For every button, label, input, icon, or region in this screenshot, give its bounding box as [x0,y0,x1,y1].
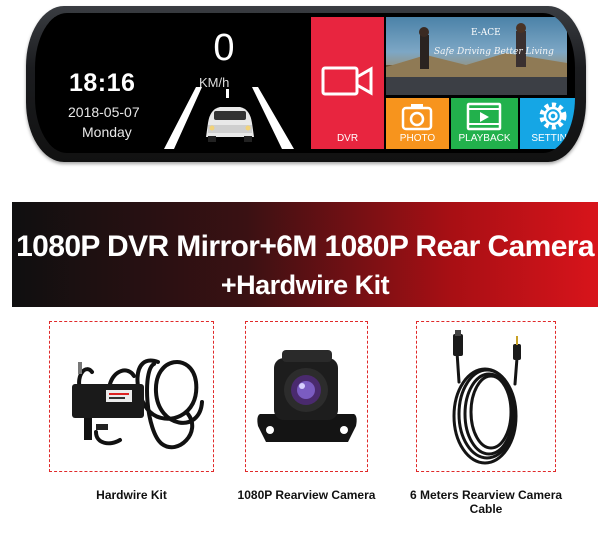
camera-cable-image [452,330,521,465]
video-brand: E-ACE [471,28,501,38]
dvr-label: DVR [336,133,359,144]
rear-camera-image [257,350,357,442]
rear-camera-caption: 1080P Rearview Camera [237,488,376,502]
title-banner: 1080P DVR Mirror+6M 1080P Rear Camera +H… [12,202,598,307]
photo-label: PHOTO [399,133,436,144]
hardwire-kit-image [72,358,204,450]
rear-camera-card [245,321,368,472]
dvr-tile[interactable]: DVR [311,17,384,149]
setting-label: SETTING [531,133,575,144]
playback-tile[interactable]: PLAYBACK [451,98,518,149]
speed-panel: 18:16 2018-05-07 Monday 0 KM/h [49,17,311,149]
clock: 18:16 [69,69,136,97]
video-slogan: Safe Driving Better Living [434,47,554,57]
banner-title-line2: +Hardwire Kit [220,270,390,300]
road-car-icon [164,87,294,149]
speed-value: 0 [213,27,235,69]
camera-cable-caption: 6 Meters Rearview Camera Cable [409,488,563,516]
rearview-mirror-device: 18:16 2018-05-07 Monday 0 KM/h DVR E-ACE… [26,6,586,162]
video-camera-icon [321,66,373,96]
hardwire-kit-caption: Hardwire Kit [96,488,167,502]
playback-label: PLAYBACK [458,133,511,144]
hardwire-kit-card [49,321,214,472]
mirror-screen: 18:16 2018-05-07 Monday 0 KM/h DVR E-ACE… [49,17,575,149]
banner-title-line1: 1080P DVR Mirror+6M 1080P Rear Camera [16,230,594,263]
mirror-screen-bezel: 18:16 2018-05-07 Monday 0 KM/h DVR E-ACE… [35,13,575,153]
camera-cable-card [416,321,556,472]
video-preview[interactable]: E-ACE Safe Driving Better Living [386,17,567,95]
setting-tile[interactable]: SETTING [520,98,575,149]
date: 2018-05-07 [68,104,140,120]
weekday: Monday [82,124,132,140]
photo-tile[interactable]: PHOTO [386,98,449,149]
